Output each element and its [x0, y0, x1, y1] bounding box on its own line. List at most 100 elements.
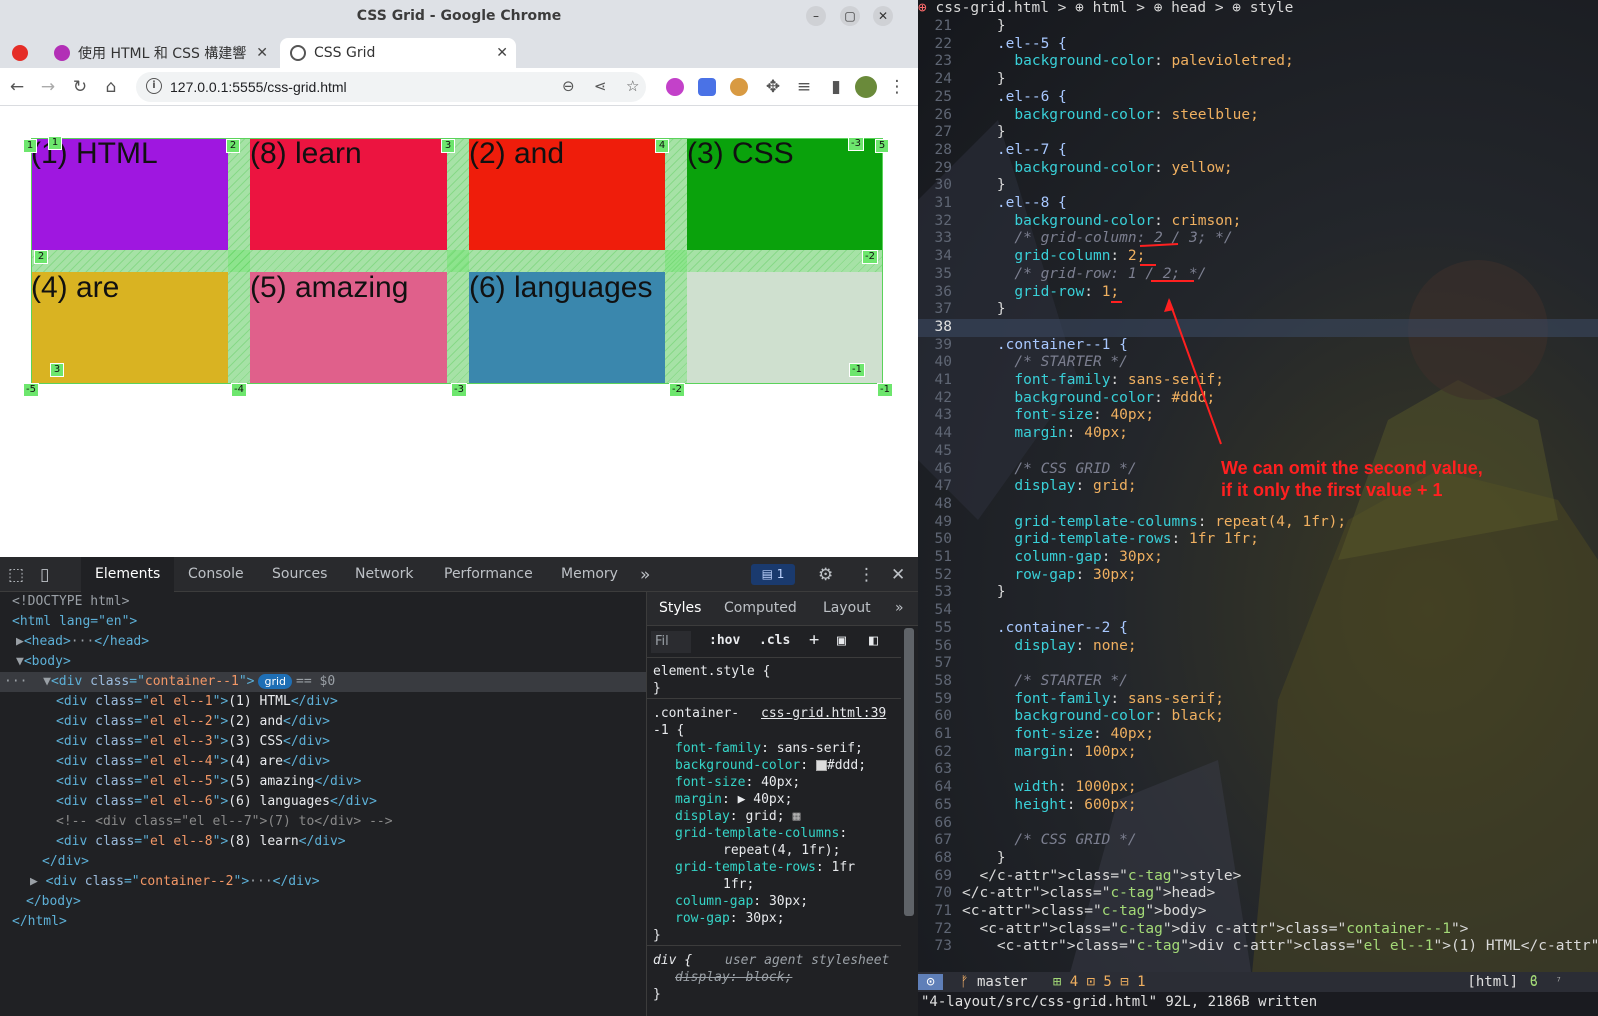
ua-property[interactable]: display: block;	[675, 969, 792, 986]
globe-icon	[290, 45, 306, 61]
tree-node[interactable]: <div class="el el--3">(3) CSS</div>	[0, 732, 646, 752]
css-property[interactable]: column-gap: 30px;	[675, 893, 808, 910]
close-window-button[interactable]: ✕	[873, 6, 893, 26]
tree-node[interactable]: <div class="el el--2">(2) and</div>	[0, 712, 646, 732]
tree-node[interactable]: </body>	[0, 892, 646, 912]
divider	[647, 698, 901, 699]
rule-source-link[interactable]: css-grid.html:39	[761, 705, 886, 722]
tree-node[interactable]: <!DOCTYPE html>	[0, 592, 646, 612]
tab-styles[interactable]: Styles	[659, 600, 701, 616]
bookmark-star-icon[interactable]: ☆	[626, 77, 639, 95]
rule-close: }	[653, 681, 661, 696]
css-property[interactable]: display: grid; ▦	[675, 808, 800, 825]
ua-rule-selector[interactable]: div {	[653, 952, 692, 969]
tree-node[interactable]: </html>	[0, 912, 646, 932]
translate-icon[interactable]	[698, 78, 716, 96]
tab-sources[interactable]: Sources	[272, 566, 327, 582]
udemy-icon	[54, 45, 70, 61]
styles-filter-input[interactable]: Fil	[651, 631, 691, 653]
styles-scrollbar[interactable]	[904, 628, 914, 916]
tree-node[interactable]: ▼<body>	[0, 652, 646, 672]
tree-node-comment[interactable]: <!-- <div class="el el--7">(7) to</div> …	[0, 812, 646, 832]
side-panel-icon[interactable]: ▮	[825, 76, 847, 98]
share-icon[interactable]: ⋖	[594, 77, 607, 95]
tab-computed[interactable]: Computed	[724, 600, 797, 616]
address-bar[interactable]: i 127.0.0.1:5555/css-grid.html ⊖ ⋖ ☆	[136, 72, 646, 102]
grid-line-number: 3	[441, 139, 455, 153]
grid-line-number: -3	[848, 137, 864, 151]
site-info-icon[interactable]: i	[146, 78, 162, 94]
tree-node[interactable]: <div class="el el--5">(5) amazing</div>	[0, 772, 646, 792]
cls-toggle[interactable]: .cls	[759, 633, 790, 648]
css-property-value[interactable]: 1fr;	[723, 876, 754, 893]
tab-console[interactable]: Console	[188, 566, 244, 582]
tab-memory[interactable]: Memory	[561, 566, 618, 582]
close-tab-icon[interactable]: ✕	[256, 45, 268, 61]
tree-node[interactable]: <div class="el el--6">(6) languages</div…	[0, 792, 646, 812]
close-devtools-icon[interactable]: ✕	[891, 565, 905, 585]
page-viewport: (1) HTML (8) learn (2) and (3) CSS (4) a…	[0, 107, 918, 557]
css-property[interactable]: grid-template-rows: 1fr	[675, 859, 855, 876]
forward-icon[interactable]: →	[37, 76, 59, 98]
css-property[interactable]: margin: ▶ 40px;	[675, 791, 792, 808]
device-toolbar-icon[interactable]: ▯	[40, 565, 49, 585]
css-property[interactable]: grid-template-columns:	[675, 825, 847, 842]
back-icon[interactable]: ←	[6, 76, 28, 98]
annotation-text: We can omit the second value, if it only…	[1221, 458, 1483, 500]
rule-selector[interactable]: .container-	[653, 705, 739, 722]
tab-layout[interactable]: Layout	[823, 600, 871, 616]
css-property[interactable]: font-family: sans-serif;	[675, 740, 863, 757]
css-property[interactable]: font-size: 40px;	[675, 774, 800, 791]
reading-list-icon[interactable]: ≡	[793, 76, 815, 98]
tab-youtube[interactable]	[6, 38, 42, 68]
puzzle-icon[interactable]: ✥	[762, 76, 784, 98]
add-rule-icon[interactable]: +	[809, 630, 819, 650]
youtube-icon	[12, 45, 28, 61]
tab-network[interactable]: Network	[355, 566, 413, 582]
tree-node[interactable]: <div class="el el--1">(1) HTML</div>	[0, 692, 646, 712]
tab-css-grid-label: CSS Grid	[314, 45, 376, 61]
minimize-button[interactable]: –	[806, 6, 826, 26]
tab-performance[interactable]: Performance	[444, 566, 533, 582]
grid-line-number: -3	[451, 383, 467, 397]
tree-node-selected[interactable]: ··· ▼<div class="container--1"> grid == $0	[0, 672, 646, 692]
home-icon[interactable]: ⌂	[100, 76, 122, 98]
more-panes-icon[interactable]: »	[895, 600, 904, 616]
rule-selector[interactable]: -1 {	[653, 722, 684, 739]
toggle-sidebar-icon[interactable]: ◧	[869, 631, 878, 649]
extension-icon[interactable]	[666, 78, 684, 96]
element-style-rule[interactable]: element.style {	[653, 663, 770, 680]
issues-badge[interactable]: ▤ 1	[751, 564, 795, 585]
maximize-button[interactable]: ▢	[840, 6, 860, 26]
avatar[interactable]	[855, 76, 877, 98]
hov-toggle[interactable]: :hov	[709, 633, 740, 648]
tree-node[interactable]: <html lang="en">	[0, 612, 646, 632]
grid-badge[interactable]: grid	[258, 674, 293, 689]
paint-icon[interactable]: ▣	[837, 631, 846, 649]
tree-node[interactable]: <div class="el el--8">(8) learn</div>	[0, 832, 646, 852]
tab-strip: 使用 HTML 和 CSS 構建響 ✕ CSS Grid ✕ + ⌄	[0, 34, 918, 98]
close-tab-icon[interactable]: ✕	[496, 45, 508, 61]
tree-node[interactable]: ▶ <div class="container--2">···</div>	[0, 872, 646, 892]
css-property[interactable]: background-color: #ddd;	[675, 757, 866, 774]
css-property-value[interactable]: repeat(4, 1fr);	[723, 842, 840, 859]
color-swatch[interactable]	[815, 760, 827, 771]
tab-course[interactable]: 使用 HTML 和 CSS 構建響 ✕	[44, 38, 276, 68]
css-property[interactable]: row-gap: 30px;	[675, 910, 785, 927]
grid-editor-icon[interactable]: ▦	[793, 809, 801, 824]
zoom-icon[interactable]: ⊖	[562, 77, 575, 95]
tree-node[interactable]: <div class="el el--4">(4) are</div>	[0, 752, 646, 772]
inspect-element-icon[interactable]: ⬚	[8, 565, 24, 585]
devtools-menu-icon[interactable]: ⋮	[858, 565, 875, 585]
cookie-icon[interactable]	[730, 78, 748, 96]
tree-node[interactable]: ▶<head>···</head>	[0, 632, 646, 652]
kebab-menu-icon[interactable]: ⋮	[886, 76, 908, 98]
tree-node[interactable]: </div>	[0, 852, 646, 872]
more-tabs-icon[interactable]: »	[640, 565, 650, 585]
reload-icon[interactable]: ↻	[69, 76, 91, 98]
grid-container: (1) HTML (8) learn (2) and (3) CSS (4) a…	[31, 138, 883, 384]
tab-css-grid[interactable]: CSS Grid ✕	[280, 38, 516, 68]
settings-gear-icon[interactable]: ⚙	[818, 565, 833, 585]
url-text: 127.0.0.1:5555/css-grid.html	[170, 79, 347, 95]
tab-elements[interactable]: Elements	[95, 566, 160, 582]
